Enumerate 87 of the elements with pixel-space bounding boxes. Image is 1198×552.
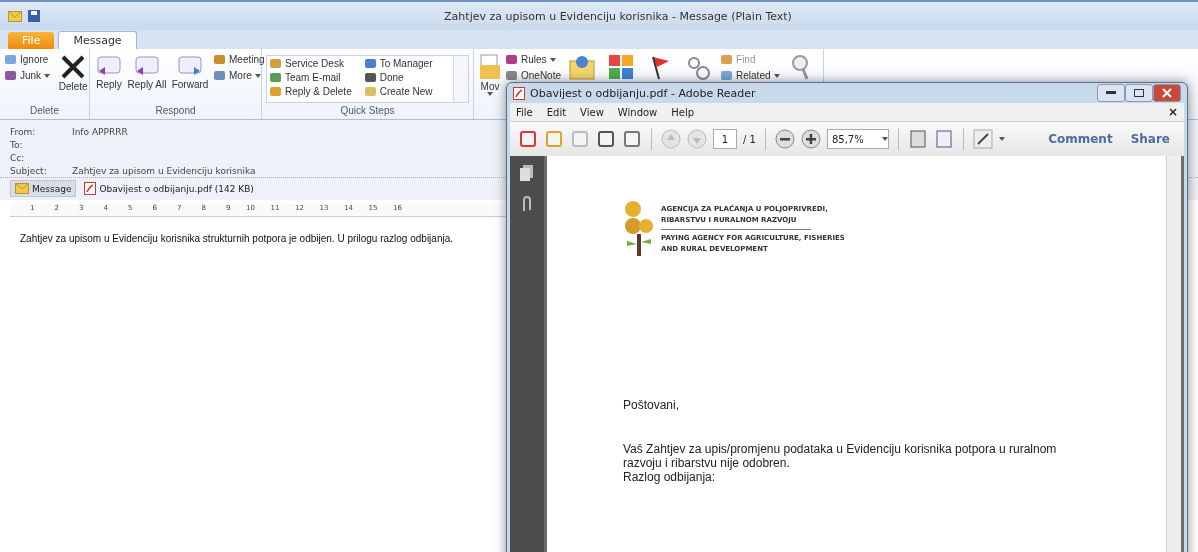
letter-text: Razlog odbijanja:: [623, 470, 717, 484]
ribbon-button[interactable]: Junk: [4, 69, 51, 82]
small-action-icon: [4, 53, 17, 66]
header-label: From:: [10, 126, 36, 138]
close-button[interactable]: [1153, 84, 1181, 102]
window-title: Zahtjev za upisom u Evidenciju korisnika - Message (Plain Text): [443, 9, 793, 23]
group-label: Quick Steps: [339, 105, 396, 118]
zoom-in-icon[interactable]: [800, 129, 821, 149]
ribbon-button[interactable]: Related: [720, 69, 780, 82]
pdf-icon: [84, 182, 97, 195]
pdf-icon: [513, 86, 525, 100]
attachment[interactable]: Obavijest o odbijanju.pdf (142 KB): [80, 180, 258, 197]
menu-item[interactable]: Window: [617, 106, 658, 118]
toolbar-icon[interactable]: [518, 129, 538, 149]
caret-icon: [998, 137, 1005, 141]
maximize-button[interactable]: [1125, 84, 1153, 102]
scrollbar[interactable]: [1166, 156, 1181, 552]
menu-item[interactable]: Edit: [546, 106, 567, 118]
small-action-icon: [269, 57, 282, 70]
ribbon-button[interactable]: Reply All: [127, 53, 167, 90]
menu-item[interactable]: Help: [671, 106, 695, 118]
zoom-field[interactable]: 85,7%: [826, 129, 889, 149]
small-action-icon: [269, 85, 282, 98]
ribbon-button[interactable]: Team E-mail: [269, 71, 352, 84]
close-document-button[interactable]: ×: [1167, 105, 1178, 119]
logo-icon: [623, 200, 655, 258]
toolbar-link[interactable]: Comment: [1042, 132, 1119, 146]
window-title: Obavijest o odbijanju.pdf - Adobe Reader: [530, 86, 756, 100]
gallery-scrollbar[interactable]: [453, 56, 468, 102]
ribbon-button[interactable]: Reply & Delete: [269, 85, 352, 98]
greeting: Poštovani,: [623, 398, 681, 412]
small-action-icon: [213, 69, 226, 82]
message-tab[interactable]: Message: [10, 180, 77, 197]
small-action-icon: [4, 69, 17, 82]
ribbon-button[interactable]: OneNote: [505, 69, 562, 82]
header-value: Zahtjev za upisom u Evidenciju korisnika: [72, 165, 256, 177]
minimize-icon: [1106, 91, 1116, 95]
paperclip-icon[interactable]: [520, 196, 534, 214]
page-number-field[interactable]: 1: [713, 129, 737, 149]
ribbon-button[interactable]: To Manager: [363, 57, 433, 70]
ribbon-button[interactable]: Delete: [53, 53, 94, 92]
ribbon-button[interactable]: Forward: [170, 53, 210, 90]
group-label: Delete: [29, 105, 60, 118]
header-label: Subject:: [10, 165, 47, 177]
ribbon-button[interactable]: Ignore: [4, 53, 51, 66]
close-icon: [1162, 88, 1172, 98]
small-action-icon: [505, 53, 518, 66]
maximize-icon: [1134, 89, 1144, 97]
menu-item[interactable]: File: [516, 106, 533, 118]
message-body: Zahtjev za upisom u Evidenciju korisnika strukturnih potpora je odbijen. U prilogu razlog odbijanja.: [20, 233, 453, 244]
group-label: Respond: [154, 105, 197, 118]
header-label: Cc:: [10, 152, 25, 164]
ribbon-button[interactable]: Meeting: [213, 53, 265, 66]
header-value: Info APPRRR: [72, 126, 128, 138]
fit-page-icon[interactable]: [907, 129, 928, 149]
ribbon-tab[interactable]: Message: [58, 31, 137, 49]
toolbar-icon[interactable]: [596, 129, 616, 149]
letter-text: razvoju i ribarstvu nije odobren.: [623, 456, 791, 470]
small-action-icon: [720, 69, 734, 82]
caret-icon: [881, 137, 888, 141]
small-action-icon: [505, 69, 518, 82]
save-icon[interactable]: [28, 10, 40, 22]
small-action-icon: [363, 57, 377, 70]
minimize-button[interactable]: [1097, 84, 1125, 102]
menu-item[interactable]: View: [580, 106, 604, 118]
ribbon-button[interactable]: More: [213, 69, 265, 82]
small-action-icon: [363, 71, 377, 84]
small-action-icon: [213, 53, 226, 66]
small-action-icon: [363, 85, 377, 98]
ribbon-button[interactable]: Create New: [363, 85, 433, 98]
zoom-out-icon[interactable]: [774, 129, 795, 149]
page-total: / 1: [743, 133, 756, 145]
header-label: To:: [10, 139, 23, 151]
expand-icon[interactable]: [972, 129, 993, 149]
ribbon-button[interactable]: Done: [363, 71, 433, 84]
letter-text: Vaš Zahtjev za upis/promjenu podataka u Evidenciju korisnika potpora u ruralnom: [623, 442, 1058, 456]
ribbon-button[interactable]: Service Desk: [269, 57, 352, 70]
ribbon-button[interactable]: Mov: [478, 53, 502, 96]
pages-icon[interactable]: [519, 164, 535, 182]
fit-width-icon[interactable]: [933, 129, 954, 149]
ribbon-button[interactable]: Rules: [505, 53, 562, 66]
ribbon-button[interactable]: Reply: [94, 53, 124, 90]
toolbar-link[interactable]: Share: [1124, 132, 1176, 146]
small-action-icon: [269, 71, 282, 84]
color-squares-icon: [607, 53, 636, 81]
toolbar-icon[interactable]: [622, 129, 642, 149]
small-action-icon: [720, 53, 734, 66]
